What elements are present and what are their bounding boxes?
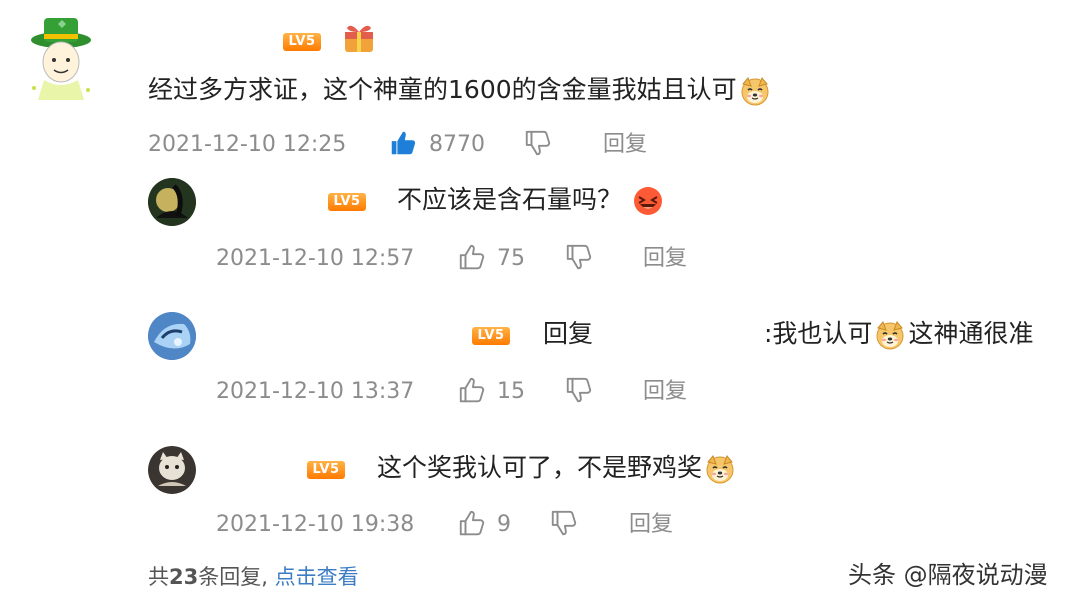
reply-button[interactable]: 回复 (603, 131, 647, 159)
reply-text: 这个奖我认可了，不是野鸡奖 (377, 452, 738, 485)
level-badge: LV5 (472, 327, 510, 345)
doge-emoji-icon (874, 319, 906, 351)
level-badge: LV5 (328, 193, 366, 211)
reply-button[interactable]: 回复 (629, 511, 673, 539)
avatar[interactable] (148, 446, 196, 494)
level-badge: LV5 (283, 33, 321, 51)
reply-text-content: 这个奖我认可了，不是野鸡奖 (377, 453, 703, 482)
level-badge: LV5 (307, 461, 345, 479)
thumbs-up-outline-icon[interactable] (457, 242, 487, 276)
reply-count-footer: 共23条回复, 点击查看 (148, 563, 359, 591)
portrait-avatar-icon (148, 178, 196, 226)
reply-button[interactable]: 回复 (643, 378, 687, 406)
like-count: 75 (497, 246, 525, 271)
reply-button[interactable]: 回复 (643, 245, 687, 273)
thumbs-up-filled-icon[interactable] (388, 128, 418, 162)
reply-time: 2021-12-10 19:38 (216, 512, 415, 537)
doge-emoji-icon (704, 453, 736, 485)
footer-suffix: 条回复, (198, 565, 268, 589)
anime-avatar-icon (148, 312, 196, 360)
thumbs-up-outline-icon[interactable] (457, 375, 487, 409)
cat-avatar-icon (148, 446, 196, 494)
reply-to-label[interactable]: 回复 (543, 318, 593, 350)
reply-time: 2021-12-10 13:37 (216, 379, 415, 404)
reply-time: 2021-12-10 12:57 (216, 246, 415, 271)
thumbs-down-icon[interactable] (564, 242, 594, 276)
reply-text: :我也认可 这神通很准 (764, 318, 1033, 351)
avatar[interactable] (148, 312, 196, 360)
like-count: 9 (497, 512, 511, 537)
comment-time: 2021-12-10 12:25 (148, 132, 347, 157)
reply-text-content: 不应该是含石量吗？ (397, 185, 623, 214)
thumbs-down-icon[interactable] (549, 508, 579, 542)
gift-icon (342, 22, 376, 58)
thumbs-down-icon[interactable] (523, 128, 553, 162)
thumbs-up-outline-icon[interactable] (457, 508, 487, 542)
comment-text: 经过多方求证，这个神童的1600的含金量我姑且认可 (148, 74, 773, 107)
doge-emoji-icon (739, 75, 771, 107)
view-more-link[interactable]: 点击查看 (275, 565, 359, 589)
footer-prefix: 共 (148, 565, 169, 589)
reply-text: 不应该是含石量吗？ (397, 184, 666, 217)
avatar[interactable] (148, 178, 196, 226)
thumbs-down-icon[interactable] (564, 375, 594, 409)
watermark: 头条 @隔夜说动漫 (848, 561, 1048, 589)
like-count: 15 (497, 379, 525, 404)
like-count: 8770 (429, 132, 485, 157)
avatar[interactable] (14, 10, 108, 118)
comment-text-content: 经过多方求证，这个神童的1600的含金量我姑且认可 (148, 75, 737, 104)
reply-count: 23 (169, 565, 199, 589)
laughing-face-emoji-icon (634, 187, 663, 215)
reply-text-content: :我也认可 (764, 319, 873, 348)
reply-text-content-2: 这神通很准 (908, 319, 1034, 348)
leprechaun-avatar-icon (31, 18, 91, 100)
